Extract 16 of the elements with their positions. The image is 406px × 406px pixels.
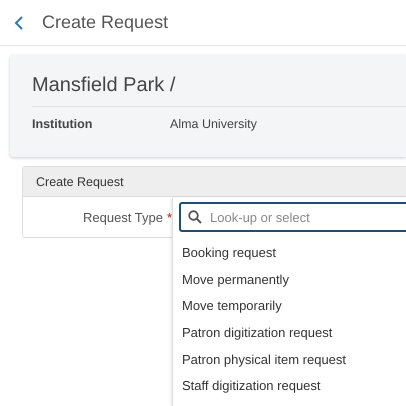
dropdown-option[interactable]: Patron physical item request	[173, 346, 406, 374]
required-mark: *	[166, 210, 172, 224]
dropdown-option[interactable]: Move temporarily	[173, 293, 406, 320]
back-chevron-icon	[14, 14, 24, 30]
search-icon	[188, 210, 202, 224]
page-title: Create Request	[42, 12, 168, 33]
dropdown-option[interactable]: Staff digitization request	[173, 373, 406, 400]
field-label: Institution	[32, 117, 94, 131]
record-title: Mansfield Park /	[32, 69, 406, 107]
field-value: Alma University	[170, 117, 257, 131]
dropdown-option[interactable]: Booking request	[173, 240, 406, 267]
panel-title: Create Request	[36, 174, 124, 188]
request-type-field[interactable]: Look-up or select	[179, 202, 406, 232]
field-label: Request Type	[83, 210, 163, 224]
dropdown-option[interactable]: Patron digitization request	[173, 320, 406, 347]
dropdown-option[interactable]: Move permanently	[173, 266, 406, 294]
